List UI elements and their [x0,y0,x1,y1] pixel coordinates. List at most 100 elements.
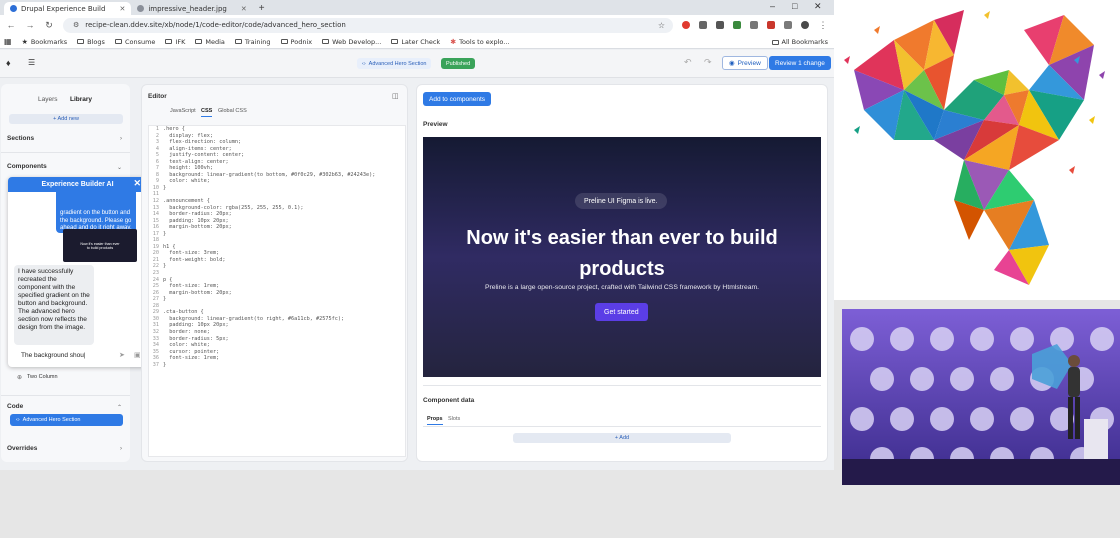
tab-props[interactable]: Props [427,416,443,425]
star-icon[interactable]: ☆ [658,21,665,30]
code-text: font-weight: bold; [163,256,226,263]
tab-css[interactable]: CSS [201,108,213,117]
panel-layout-icon[interactable]: ◫ [392,92,399,100]
user-message: gradient on the button and the backgroun… [56,192,136,233]
code-text: font-size: 1rem; [163,355,220,362]
get-started-button[interactable]: Get started [595,303,648,321]
folder-icon [280,39,288,44]
component-breadcrumb[interactable]: ‹› Advanced Hero Section [357,58,432,69]
ai-chat-input[interactable]: The background shou | [14,349,128,362]
review-changes-button[interactable]: Review 1 change [769,56,831,70]
attach-image-icon[interactable]: ▣ [134,351,141,359]
bookmark-ifk[interactable]: IFK [165,38,185,46]
component-data-heading: Component data [423,397,475,404]
component-two-column[interactable]: Two Column [27,374,58,380]
stage-backdrop-image [842,309,1120,485]
browser-window: Drupal Experience Build ✕ impressive_hea… [0,0,834,470]
components-heading[interactable]: Components [7,163,47,170]
tab-javascript[interactable]: JavaScript [170,108,196,114]
code-item-advanced-hero[interactable]: ‹› Advanced Hero Section [10,414,123,426]
add-new-button[interactable]: + Add new [9,114,123,124]
image-favicon-icon [137,5,145,12]
bookmark-training[interactable]: Training [234,38,271,46]
bookmark-bookmarks[interactable]: ★ Bookmarks [22,38,68,46]
attached-image-thumbnail[interactable]: Now it's easier than ever to build produ… [63,229,137,262]
puzzle-icon[interactable] [784,21,792,29]
tab-library[interactable]: Library [70,96,92,103]
extension-icon[interactable] [750,21,758,29]
add-prop-button[interactable]: + Add [513,433,731,443]
all-bookmarks[interactable]: All Bookmarks [771,38,828,46]
overrides-heading[interactable]: Overrides [7,445,37,452]
bookmark-later-check[interactable]: Later Check [391,38,440,46]
forward-icon[interactable]: → [25,20,35,30]
chevron-down-icon[interactable]: ⌄ [117,164,122,171]
browser-menu-icon[interactable]: ⋮ [818,20,828,31]
extension-icon[interactable] [733,21,741,29]
address-bar: ← → ↻ ⚙ recipe-clean.ddev.site/xb/node/1… [0,15,834,35]
profile-avatar[interactable] [801,21,809,29]
bookmark-consume[interactable]: Consume [114,38,155,46]
bookmark-blogs[interactable]: Blogs [77,38,105,46]
url-text: recipe-clean.ddev.site/xb/node/1/code-ed… [85,21,346,29]
camera-icon[interactable] [699,21,707,29]
minimize-icon[interactable]: – [770,0,775,13]
extension-icon[interactable] [716,21,724,29]
chevron-right-icon[interactable]: › [120,136,122,142]
bookmarks-bar: ▦ ★ Bookmarks Blogs Consume IFK Media Tra… [0,35,834,49]
add-to-components-button[interactable]: Add to components [423,92,492,106]
close-tab-icon[interactable]: ✕ [241,5,247,13]
css-code-editor[interactable]: 1 .hero {2 display: flex; 3 flex-direction… [148,125,406,457]
divider [1,152,130,153]
reload-icon[interactable]: ↻ [44,20,54,31]
drupalcon-logo-area [834,0,1120,300]
code-icon: ‹› [362,60,366,67]
new-tab-icon[interactable]: + [259,2,265,15]
folder-icon [114,39,122,44]
ai-chat-popup: Experience Builder AI ✕ gradient on the … [8,177,147,367]
editor-panel: Editor ◫ JavaScript CSS Global CSS 1 .her… [141,84,408,462]
presenter-stage-photo [842,309,1120,485]
ai-response-message: I have successfully recreated the compon… [14,265,94,345]
code-icon: ‹› [16,417,20,423]
close-window-icon[interactable]: ✕ [814,0,822,13]
send-icon[interactable]: ➤ [119,351,125,359]
hero-preview: Preline UI Figma is live. Now it's easie… [423,137,821,377]
back-icon[interactable]: ← [6,20,16,30]
database-icon[interactable]: ☰ [28,58,35,67]
redo-icon[interactable]: ↷ [704,57,712,68]
url-field[interactable]: ⚙ recipe-clean.ddev.site/xb/node/1/code-… [63,17,673,33]
tab-layers[interactable]: Layers [38,96,58,103]
drupal-favicon-icon [10,5,17,12]
tab-global-css[interactable]: Global CSS [218,108,247,114]
undo-icon[interactable]: ↶ [684,57,692,68]
chevron-up-icon[interactable]: ⌃ [117,404,122,411]
bookmark-web-develop[interactable]: Web Develop... [322,38,381,46]
close-tab-icon[interactable]: ✕ [119,5,125,13]
status-badge: Published [441,58,476,69]
extension-icon[interactable] [682,21,690,29]
sections-heading[interactable]: Sections [7,135,34,142]
preview-button[interactable]: ◉ Preview [722,56,768,70]
hero-subtitle: Preline is a large open-source project, … [484,284,760,291]
tab-experience-builder[interactable]: Drupal Experience Build ✕ [4,2,132,15]
apps-grid-icon[interactable]: ▦ [4,37,12,46]
code-heading[interactable]: Code [7,403,23,410]
bookmark-podnix[interactable]: Podnix [280,38,312,46]
extension-icon[interactable] [767,21,775,29]
code-text: } [163,361,167,368]
tab-slots[interactable]: Slots [448,416,460,422]
tab-impressive-header[interactable]: impressive_header.jpg ✕ [131,2,252,15]
folder-icon [234,39,242,44]
folder-icon [771,39,779,45]
drupal-logo-icon[interactable]: ♦ [6,58,11,68]
chevron-right-icon[interactable]: › [120,446,122,452]
code-text: } [163,184,167,191]
bookmark-tools[interactable]: ✱ Tools to explo... [450,38,509,46]
close-icon[interactable]: ✕ [133,178,141,189]
maximize-icon[interactable]: □ [792,0,797,13]
ai-chat-title: Experience Builder AI [41,181,114,188]
code-text: } [163,263,167,270]
bookmark-media[interactable]: Media [195,38,225,46]
site-info-icon[interactable]: ⚙ [73,21,79,29]
